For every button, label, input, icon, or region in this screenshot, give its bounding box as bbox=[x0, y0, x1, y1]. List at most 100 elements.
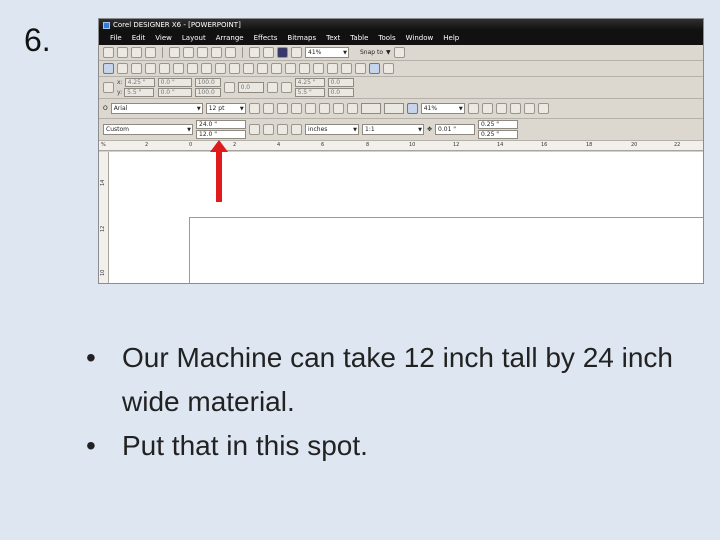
rotation-angle-input[interactable]: 0.0 bbox=[237, 82, 264, 93]
italic-icon[interactable] bbox=[262, 103, 274, 114]
welcome-screen-icon[interactable] bbox=[291, 47, 302, 58]
new-document-icon[interactable] bbox=[103, 47, 114, 58]
cut-icon[interactable] bbox=[169, 47, 180, 58]
page-preset-select[interactable]: Custom ▼ bbox=[103, 124, 193, 135]
current-page-icon[interactable] bbox=[291, 124, 302, 135]
align-left-icon[interactable] bbox=[290, 103, 302, 114]
y-position-input[interactable]: 5.5 " bbox=[124, 88, 155, 97]
duplicate-x-input[interactable]: 0.25 " bbox=[478, 120, 519, 129]
text-spacing-select[interactable] bbox=[383, 103, 404, 114]
text-option-select[interactable] bbox=[360, 103, 381, 114]
outline-tool-icon[interactable] bbox=[299, 63, 310, 74]
menu-effects[interactable]: Effects bbox=[249, 34, 283, 42]
dimension-tool-icon[interactable] bbox=[215, 63, 226, 74]
align-right-icon[interactable] bbox=[318, 103, 330, 114]
menu-help[interactable]: Help bbox=[438, 34, 464, 42]
underline-icon[interactable] bbox=[276, 103, 288, 114]
w2-input[interactable]: 0.0 bbox=[327, 78, 354, 87]
undo-icon[interactable] bbox=[211, 47, 222, 58]
eraser-tool-icon[interactable] bbox=[243, 63, 254, 74]
zoom-tool-icon[interactable] bbox=[341, 63, 352, 74]
text-zoom-select[interactable]: 41% ▼ bbox=[420, 103, 465, 114]
scale-y-input[interactable]: 100.0 bbox=[194, 88, 221, 97]
page-width-input[interactable]: 24.0 " bbox=[196, 120, 246, 129]
menu-layout[interactable]: Layout bbox=[177, 34, 211, 42]
paste-icon[interactable] bbox=[197, 47, 208, 58]
bullet-icon[interactable] bbox=[332, 103, 344, 114]
portrait-icon[interactable] bbox=[249, 124, 260, 135]
fill-tool-icon[interactable] bbox=[285, 63, 296, 74]
zoom-selected-icon[interactable] bbox=[495, 103, 507, 114]
save-icon[interactable] bbox=[131, 47, 142, 58]
menu-table[interactable]: Table bbox=[345, 34, 373, 42]
nudge-distance-input[interactable]: 0.01 " bbox=[435, 124, 476, 135]
import-icon[interactable] bbox=[249, 47, 260, 58]
open-icon[interactable] bbox=[117, 47, 128, 58]
h2-input[interactable]: 0.0 bbox=[327, 88, 354, 97]
export-icon[interactable] bbox=[263, 47, 274, 58]
menu-bitmaps[interactable]: Bitmaps bbox=[282, 34, 321, 42]
lasso-tool-icon[interactable] bbox=[383, 63, 394, 74]
landscape-icon[interactable] bbox=[263, 124, 274, 135]
mirror-vertical-icon[interactable] bbox=[280, 82, 292, 93]
secondary-size-fields: 0.0 0.0 bbox=[327, 78, 354, 97]
menu-window[interactable]: Window bbox=[401, 34, 439, 42]
pan-tool-icon[interactable] bbox=[355, 63, 366, 74]
bold-icon[interactable] bbox=[248, 103, 260, 114]
width-input[interactable]: 0.0 " bbox=[157, 78, 192, 87]
print-icon[interactable] bbox=[145, 47, 156, 58]
zoom-in-icon[interactable] bbox=[467, 103, 479, 114]
zoom-level-select[interactable]: 41% ▼ bbox=[305, 47, 349, 58]
redo-icon[interactable] bbox=[225, 47, 236, 58]
interactive-fill-icon[interactable] bbox=[327, 63, 338, 74]
connector-tool-icon[interactable] bbox=[201, 63, 212, 74]
menu-view[interactable]: View bbox=[150, 34, 177, 42]
pick-tool-icon[interactable] bbox=[103, 63, 114, 74]
table-tool-icon[interactable] bbox=[257, 63, 268, 74]
align-center-icon[interactable] bbox=[304, 103, 316, 114]
duplicate-y-input[interactable]: 0.25 " bbox=[478, 130, 519, 139]
zoom-page-icon[interactable] bbox=[523, 103, 535, 114]
menu-text[interactable]: Text bbox=[321, 34, 345, 42]
rectangle-tool-icon[interactable] bbox=[159, 63, 170, 74]
polygon-tool-icon[interactable] bbox=[187, 63, 198, 74]
snap-to-arrow-icon[interactable]: ▼ bbox=[386, 49, 391, 56]
x2-input[interactable]: 4.25 " bbox=[294, 78, 325, 87]
height-input[interactable]: 0.0 " bbox=[157, 88, 192, 97]
zoom-width-icon[interactable] bbox=[537, 103, 549, 114]
y2-input[interactable]: 5.5 " bbox=[294, 88, 325, 97]
character-formatting-icon[interactable] bbox=[406, 103, 418, 114]
menu-file[interactable]: File bbox=[105, 34, 127, 42]
scale-x-input[interactable]: 100.0 bbox=[194, 78, 221, 87]
page-height-input[interactable]: 12.0 " bbox=[196, 130, 246, 139]
menu-edit[interactable]: Edit bbox=[127, 34, 151, 42]
snap-to-dropdown[interactable]: Snap to bbox=[360, 49, 383, 56]
line-tool-icon[interactable] bbox=[145, 63, 156, 74]
copy-icon[interactable] bbox=[183, 47, 194, 58]
zoom-out-icon[interactable] bbox=[481, 103, 493, 114]
application-launcher-icon[interactable] bbox=[277, 47, 288, 58]
mirror-horizontal-icon[interactable] bbox=[266, 82, 278, 93]
options-icon[interactable] bbox=[393, 47, 405, 58]
menu-tools[interactable]: Tools bbox=[373, 34, 400, 42]
drawing-scale-select[interactable]: 1:1 ▼ bbox=[362, 124, 424, 135]
lock-ratio-icon[interactable] bbox=[223, 82, 235, 93]
eyedropper-tool-icon[interactable] bbox=[313, 63, 324, 74]
units-select[interactable]: inches ▼ bbox=[305, 124, 359, 135]
zoom-all-icon[interactable] bbox=[509, 103, 521, 114]
font-size-select[interactable]: 12 pt ▼ bbox=[205, 103, 246, 114]
drawing-canvas[interactable] bbox=[109, 152, 703, 283]
shape-tool-icon[interactable] bbox=[117, 63, 128, 74]
crop-tool-icon[interactable] bbox=[131, 63, 142, 74]
font-family-select[interactable]: Arial ▼ bbox=[110, 103, 203, 114]
menu-arrange[interactable]: Arrange bbox=[211, 34, 249, 42]
scale-fields: 100.0 100.0 bbox=[194, 78, 221, 97]
selection-mode-icon[interactable] bbox=[369, 63, 380, 74]
object-origin-icon[interactable] bbox=[103, 82, 114, 93]
callout-tool-icon[interactable] bbox=[229, 63, 240, 74]
x-position-input[interactable]: 4.25 " bbox=[124, 78, 155, 87]
columns-icon[interactable] bbox=[346, 103, 358, 114]
text-tool-icon[interactable] bbox=[271, 63, 282, 74]
ellipse-tool-icon[interactable] bbox=[173, 63, 184, 74]
all-pages-icon[interactable] bbox=[277, 124, 288, 135]
